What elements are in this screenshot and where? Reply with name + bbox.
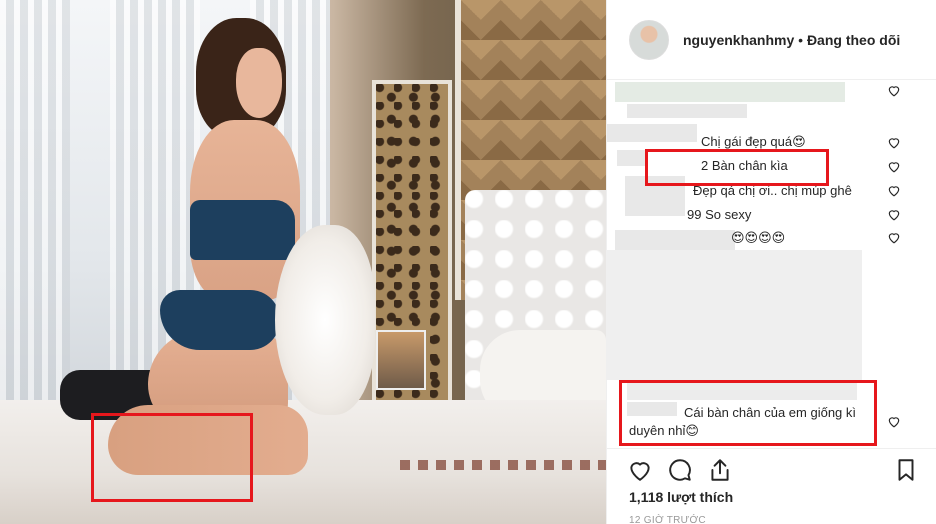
- post-timestamp[interactable]: 12 GIỜ TRƯỚC: [629, 515, 706, 524]
- blurred-username: [617, 150, 647, 166]
- heart-icon[interactable]: [887, 231, 901, 244]
- blurred-comment: [615, 82, 845, 102]
- blurred-username: [615, 230, 735, 250]
- comments-list[interactable]: Chị gái đẹp quá😍 2 Bàn chân kìa Đẹp qá c…: [607, 80, 936, 448]
- feet-highlight-box: [91, 413, 253, 502]
- person-face: [236, 48, 282, 118]
- likes-count[interactable]: 1,118 lượt thích: [629, 489, 733, 505]
- post-sidebar: nguyenkhanhmy • Đang theo dõi Chị gái đẹ…: [607, 0, 936, 524]
- fur-pillow: [275, 225, 375, 415]
- wall-photo: [376, 330, 426, 390]
- comment-highlight-box: [619, 380, 877, 446]
- comment-icon[interactable]: [667, 457, 693, 483]
- follow-status-button[interactable]: Đang theo dõi: [807, 32, 900, 48]
- comment-text: 😍😍😍😍: [731, 230, 786, 245]
- avatar[interactable]: [629, 19, 669, 60]
- heart-icon[interactable]: [887, 184, 901, 197]
- heart-icon[interactable]: [887, 160, 901, 173]
- curtain: [0, 0, 70, 440]
- comment-text: Chị gái đẹp quá😍: [701, 134, 806, 149]
- comment-highlight-box: [645, 149, 829, 186]
- comment-text: 99 So sexy: [687, 207, 752, 222]
- header-text: nguyenkhanhmy • Đang theo dõi: [683, 32, 900, 48]
- separator: •: [798, 31, 804, 48]
- swimsuit-top: [190, 200, 295, 260]
- swimsuit-bottom: [160, 290, 280, 350]
- heart-icon[interactable]: [887, 415, 901, 428]
- bookmark-icon[interactable]: [893, 457, 919, 483]
- heart-icon[interactable]: [627, 457, 653, 483]
- username-link[interactable]: nguyenkhanhmy: [683, 32, 794, 48]
- post-photo[interactable]: [0, 0, 606, 524]
- heart-icon[interactable]: [887, 84, 901, 97]
- heart-icon[interactable]: [887, 208, 901, 221]
- bed-pattern: [400, 460, 606, 470]
- heart-icon[interactable]: [887, 136, 901, 149]
- post-actions: 1,118 lượt thích 12 GIỜ TRƯỚC: [607, 448, 936, 524]
- blurred-comments: [607, 250, 862, 380]
- blurred-comment: [627, 104, 747, 118]
- blurred-username: [607, 124, 697, 142]
- post-header: nguyenkhanhmy • Đang theo dõi: [607, 0, 936, 80]
- share-icon[interactable]: [707, 457, 733, 483]
